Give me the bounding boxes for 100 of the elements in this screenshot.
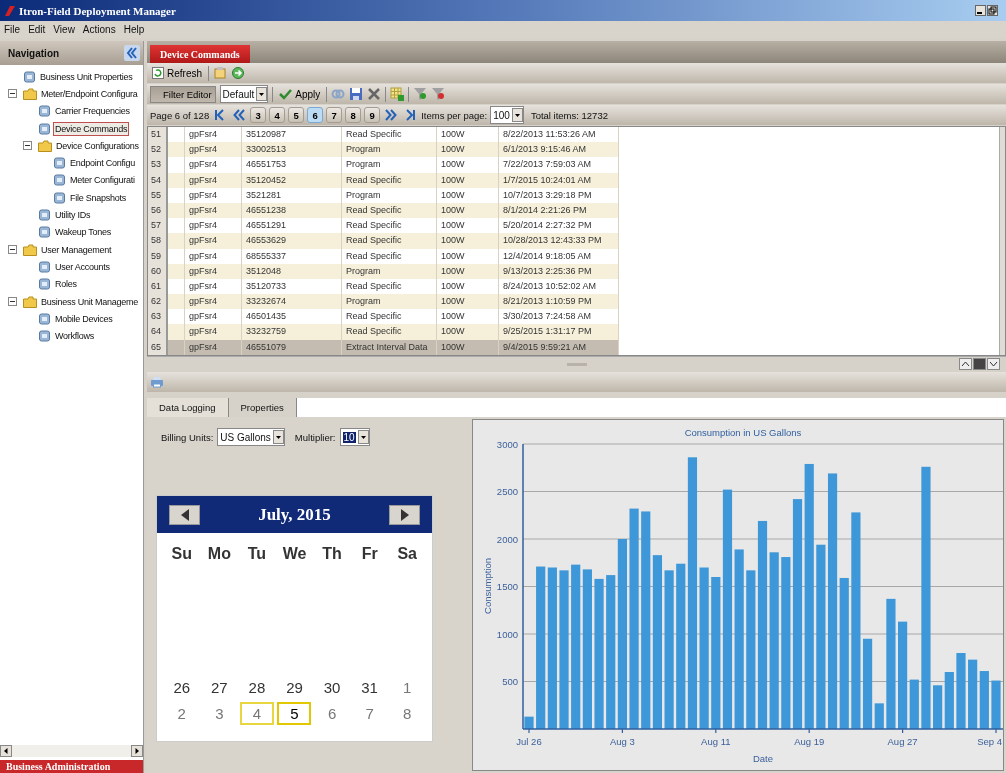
- scroll-left-icon[interactable]: [0, 745, 12, 757]
- tree-item[interactable]: Meter Configurati: [68, 173, 137, 188]
- document-tab[interactable]: Device Commands: [150, 45, 250, 63]
- funnel-icon[interactable]: [413, 87, 428, 101]
- tree-item[interactable]: Wakeup Tones: [53, 225, 114, 240]
- calendar-day[interactable]: 3: [202, 702, 237, 725]
- table-row[interactable]: 60 gpFsr4 3512048 Program 100W 9/13/2013 2:25:36 PM: [148, 263, 999, 279]
- page-button[interactable]: 6: [307, 107, 324, 123]
- table-row[interactable]: 62 gpFsr4 33232674 Program 100W 8/21/2013 1:10:59 PM: [148, 294, 999, 310]
- table-cell: Read Specific: [342, 324, 437, 340]
- table-cell: 100W: [437, 172, 499, 188]
- table-row[interactable]: 56 gpFsr4 46551238 Read Specific 100W 8/1/2014 2:21:26 PM: [148, 202, 999, 219]
- tree-item[interactable]: Roles: [53, 277, 79, 292]
- multiplier-select[interactable]: 10: [339, 428, 370, 446]
- calendar-day[interactable]: 26: [164, 676, 199, 699]
- tree-item[interactable]: Business Unit Properties: [38, 69, 135, 84]
- tree-item[interactable]: Business Unit Manageme: [39, 294, 141, 309]
- tree-item[interactable]: File Snapshots: [68, 190, 129, 205]
- apply-button[interactable]: Apply: [277, 85, 323, 103]
- weekday-label: We: [282, 545, 307, 563]
- splitter-handle[interactable]: [566, 362, 587, 366]
- items-per-page-select[interactable]: 100: [490, 106, 524, 124]
- table-row[interactable]: 58 gpFsr4 46553629 Read Specific 100W 10/28/2013 12:43:33 PM: [148, 233, 999, 249]
- previous-month-button[interactable]: [169, 504, 200, 525]
- calendar-day[interactable]: 5: [277, 702, 312, 725]
- table-row[interactable]: 52 gpFsr4 33002513 Program 100W 6/1/2013 9:15:46 AM: [148, 142, 999, 158]
- collapse-down-icon[interactable]: [987, 358, 1000, 370]
- tree-item[interactable]: Meter/Endpoint Configura: [39, 86, 140, 101]
- calendar-day[interactable]: 6: [315, 702, 350, 725]
- tree-item[interactable]: Utility IDs: [53, 208, 93, 222]
- tree-item[interactable]: User Management: [39, 242, 114, 257]
- tick-label: 1500: [496, 581, 518, 592]
- table-cell: Program: [342, 294, 437, 310]
- item-icon: [53, 156, 66, 171]
- calendar-day[interactable]: 29: [277, 676, 312, 699]
- table-row[interactable]: 51 gpFsr4 35120987 Read Specific 100W 8/22/2013 11:53:26 AM: [148, 127, 999, 143]
- export-icon[interactable]: [231, 66, 245, 80]
- calendar-day[interactable]: 4: [239, 702, 274, 725]
- menu-item[interactable]: Actions: [82, 24, 116, 35]
- printer-icon[interactable]: [150, 376, 164, 388]
- tree-item[interactable]: Carrier Frequencies: [53, 104, 132, 119]
- calendar-day[interactable]: 30: [315, 676, 350, 699]
- calendar-day[interactable]: 27: [202, 676, 237, 699]
- preset-select[interactable]: Default: [219, 85, 269, 103]
- calendar-day[interactable]: 1: [390, 676, 425, 699]
- table-row[interactable]: 64 gpFsr4 33232759 Read Specific 100W 9/25/2015 1:31:17 PM: [148, 324, 999, 340]
- menu-item[interactable]: Edit: [28, 24, 46, 35]
- row-number: 53: [148, 157, 168, 173]
- menu-item[interactable]: Help: [123, 24, 145, 35]
- table-row[interactable]: 63 gpFsr4 46501435 Read Specific 100W 3/30/2013 7:24:58 AM: [148, 309, 999, 325]
- page-button[interactable]: 3: [250, 107, 267, 123]
- calendar-day[interactable]: 28: [239, 676, 274, 699]
- menu-item[interactable]: File: [4, 24, 21, 35]
- tree-item[interactable]: User Accounts: [53, 259, 112, 274]
- grid-add-icon[interactable]: [390, 87, 405, 101]
- billing-units-select[interactable]: US Gallons: [217, 428, 285, 446]
- page-button[interactable]: 8: [345, 107, 362, 123]
- menu-item[interactable]: View: [53, 24, 75, 35]
- calendar-day[interactable]: 7: [352, 702, 387, 725]
- save-icon[interactable]: [349, 87, 364, 101]
- vertical-scrollbar[interactable]: [999, 127, 1005, 355]
- panel-title: Navigation: [8, 47, 60, 59]
- refresh-button[interactable]: Refresh: [150, 64, 204, 82]
- calendar-day[interactable]: 2: [164, 702, 199, 725]
- folder-icon: [23, 86, 37, 101]
- square-icon[interactable]: [973, 358, 986, 370]
- page-button[interactable]: 4: [269, 107, 286, 123]
- table-cell: 33232759: [242, 324, 342, 340]
- expander-icon[interactable]: [23, 141, 32, 151]
- tab[interactable]: Data Logging: [147, 398, 229, 417]
- page-button[interactable]: 5: [288, 107, 305, 123]
- tree-item[interactable]: Endpoint Configu: [68, 156, 138, 171]
- next-month-button[interactable]: [389, 504, 420, 525]
- tree-item[interactable]: Mobile Devices: [53, 311, 115, 326]
- tree-item[interactable]: Device Configurations: [54, 138, 141, 153]
- tree-item[interactable]: Device Commands: [53, 121, 130, 136]
- table-row[interactable]: 54 gpFsr4 35120452 Read Specific 100W 1/7/2015 10:24:01 AM: [148, 172, 999, 188]
- calendar-day[interactable]: 8: [390, 702, 425, 725]
- table-row[interactable]: 53 gpFsr4 46551753 Program 100W 7/22/2013 7:59:03 AM: [148, 157, 999, 173]
- collapse-icon[interactable]: [124, 45, 140, 61]
- table-row[interactable]: 57 gpFsr4 46551291 Read Specific 100W 5/20/2014 2:27:32 PM: [148, 218, 999, 234]
- tree-item[interactable]: Workflows: [53, 329, 97, 344]
- minimize-icon[interactable]: [975, 5, 986, 16]
- expand-up-icon[interactable]: [959, 358, 972, 370]
- tab[interactable]: Properties: [228, 398, 297, 417]
- expander-icon[interactable]: [8, 245, 17, 255]
- delete-icon[interactable]: [367, 87, 382, 101]
- page-button[interactable]: 9: [364, 107, 381, 123]
- funnel-icon[interactable]: [431, 87, 446, 101]
- page-button[interactable]: 7: [326, 107, 343, 123]
- expander-icon[interactable]: [8, 297, 17, 306]
- horizontal-scrollbar[interactable]: [0, 745, 143, 757]
- calendar-day[interactable]: 31: [352, 676, 387, 699]
- filter-editor-button[interactable]: Filter Editor: [150, 85, 216, 103]
- restore-icon[interactable]: [987, 5, 998, 16]
- section-button[interactable]: Business Administration: [0, 760, 143, 773]
- scroll-right-icon[interactable]: [131, 745, 143, 757]
- bar: [968, 659, 978, 729]
- row-number: 52: [148, 142, 168, 158]
- expander-icon[interactable]: [8, 89, 17, 99]
